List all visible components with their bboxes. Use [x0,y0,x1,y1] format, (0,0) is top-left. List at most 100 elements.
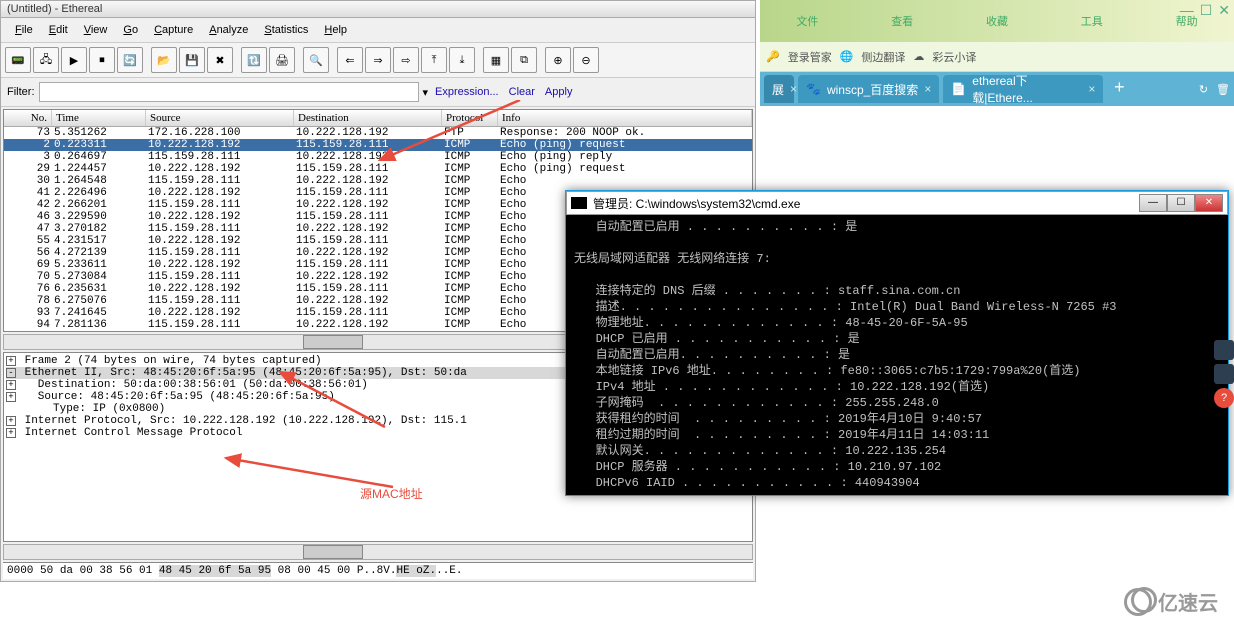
hex-ascii: ..E. [436,565,462,577]
apply-link[interactable]: Apply [542,86,576,98]
packet-row[interactable]: 291.22445710.222.128.192115.159.28.111IC… [4,163,752,175]
expander-icon[interactable]: + [6,380,16,390]
packet-list-header[interactable]: No. Time Source Destination Protocol Inf… [4,110,752,127]
restart-icon[interactable]: 🔄 [117,47,143,73]
browser-chrome: 文件 查看 收藏 工具 帮助 — ☐ ✕ 🔑 登录管家 🌐 侧边翻译 ☁ 彩云小译 展… [760,0,1234,190]
cmd-output[interactable]: 自动配置已启用 . . . . . . . . . . : 是 无线局域网适配器… [566,215,1228,495]
hex-bytes: 08 00 45 00 P..8V. [271,565,396,577]
window-close-button[interactable]: ✕ [1195,194,1223,212]
window-close-icon[interactable]: ✕ [1218,2,1230,19]
go-back-icon[interactable]: ⇐ [337,47,363,73]
packet-row[interactable]: 30.264697115.159.28.11110.222.128.192ICM… [4,151,752,163]
tab-strip: 展× 🐾winscp_百度搜索× 📄ethereal下载|Ethere...× … [760,72,1234,106]
side-tool-icon[interactable] [1214,340,1234,360]
watermark-text: 亿速云 [1158,587,1218,616]
menu-fav[interactable]: 收藏 [986,13,1008,29]
window-max-icon[interactable]: ☐ [1200,2,1213,19]
hex-bytes: 50 da 00 38 56 01 [40,565,159,577]
expression-link[interactable]: Expression... [432,86,502,98]
zoom-out-icon[interactable]: ⊖ [573,47,599,73]
browser-titlebar: 文件 查看 收藏 工具 帮助 — ☐ ✕ [760,0,1234,42]
watermark-logo-icon [1124,588,1152,616]
open-file-icon[interactable]: 📂 [151,47,177,73]
menu-analyze[interactable]: Analyze [201,20,256,40]
trash-icon[interactable]: 🗑 [1216,83,1230,96]
bookmark-ico[interactable]: ☁ [913,50,924,63]
interfaces-icon[interactable]: 📟 [5,47,31,73]
menu-view[interactable]: 查看 [891,13,913,29]
scrollbar-thumb[interactable] [303,335,363,349]
find-icon[interactable]: 🔍 [303,47,329,73]
window-max-button[interactable]: ☐ [1167,194,1195,212]
filter-label: Filter: [7,86,35,98]
window-min-icon[interactable]: — [1180,2,1194,19]
print-icon[interactable]: 🖨 [269,47,295,73]
save-icon[interactable]: 💾 [179,47,205,73]
clear-link[interactable]: Clear [506,86,538,98]
menu-capture[interactable]: Capture [146,20,201,40]
go-last-icon[interactable]: ⤓ [449,47,475,73]
zoom-in-icon[interactable]: ⊕ [545,47,571,73]
tab[interactable]: 📄ethereal下载|Ethere...× [943,75,1103,103]
menu-view[interactable]: View [76,20,116,40]
tab-close-icon[interactable]: × [1088,82,1095,96]
expander-icon[interactable]: + [6,392,16,402]
stop-capture-icon[interactable]: ⏹ [89,47,115,73]
restore-tab-icon[interactable]: ↻ [1199,83,1208,96]
cmd-title-text: 管理员: C:\windows\system32\cmd.exe [593,195,1139,212]
packet-row[interactable]: 301.264548115.159.28.11110.222.128.192IC… [4,175,752,187]
bookmark-ico[interactable]: 🔑 [766,50,780,63]
cmd-titlebar[interactable]: 管理员: C:\windows\system32\cmd.exe — ☐ ✕ [566,191,1228,215]
browser-side-tools: ? [1174,340,1234,500]
bookmark-item[interactable]: 侧边翻译 [861,49,905,65]
close-file-icon[interactable]: ✖ [207,47,233,73]
cmd-window: 管理员: C:\windows\system32\cmd.exe — ☐ ✕ 自… [565,190,1229,496]
options-icon[interactable]: 🖧 [33,47,59,73]
bookmark-bar: 🔑 登录管家 🌐 侧边翻译 ☁ 彩云小译 [760,42,1234,72]
start-capture-icon[interactable]: ▶ [61,47,87,73]
autoscroll-icon[interactable]: ⧉ [511,47,537,73]
expander-icon[interactable]: + [6,356,16,366]
side-tool-icon[interactable]: ? [1214,388,1234,408]
window-min-button[interactable]: — [1139,194,1167,212]
menu-file[interactable]: 文件 [796,13,818,29]
expander-icon[interactable]: - [6,368,16,378]
toolbar: 📟 🖧 ▶ ⏹ 🔄 📂 💾 ✖ 🔃 🖨 🔍 ⇐ ⇒ ⇨ ⤒ ⤓ ▦ ⧉ ⊕ ⊖ [1,43,755,78]
favicon-icon: 📄 [951,82,966,96]
menu-go[interactable]: Go [115,20,146,40]
packet-row[interactable]: 735.351262172.16.228.10010.222.128.192FT… [4,127,752,139]
bookmark-ico[interactable]: 🌐 [840,50,854,63]
hex-dump-pane[interactable]: 0000 50 da 00 38 56 01 48 45 20 6f 5a 95… [3,562,753,579]
menu-help[interactable]: Help [316,20,355,40]
watermark: 亿速云 [1124,587,1218,616]
filter-bar: Filter: ▾ Expression... Clear Apply [1,78,755,107]
menu-file[interactable]: File [7,20,41,40]
expander-icon[interactable]: + [6,416,16,426]
tab[interactable]: 🐾winscp_百度搜索× [798,75,939,103]
menu-statistics[interactable]: Statistics [256,20,316,40]
scrollbar-thumb[interactable] [303,545,363,559]
menu-tools[interactable]: 工具 [1081,13,1103,29]
favicon-icon: 🐾 [806,82,821,96]
side-tool-icon[interactable] [1214,364,1234,384]
hex-ascii-highlight: HE oZ. [396,565,436,577]
tab-close-icon[interactable]: × [924,82,931,96]
bookmark-item[interactable]: 登录管家 [788,49,832,65]
go-first-icon[interactable]: ⤒ [421,47,447,73]
tab-close-icon[interactable]: × [790,82,797,96]
menu-edit[interactable]: Edit [41,20,76,40]
expander-icon[interactable]: + [6,428,16,438]
bookmark-item[interactable]: 彩云小译 [932,49,976,65]
hex-bytes-highlight: 48 45 20 6f 5a 95 [159,565,271,577]
go-forward-icon[interactable]: ⇒ [365,47,391,73]
horizontal-scrollbar[interactable] [3,544,753,560]
tab[interactable]: 展× [764,75,794,103]
dropdown-icon[interactable]: ▾ [423,86,429,99]
go-to-icon[interactable]: ⇨ [393,47,419,73]
colorize-icon[interactable]: ▦ [483,47,509,73]
filter-input[interactable] [39,82,419,102]
new-tab-button[interactable]: + [1107,77,1131,101]
window-title: (Untitled) - Ethereal [1,1,755,18]
reload-icon[interactable]: 🔃 [241,47,267,73]
packet-row[interactable]: 20.22331110.222.128.192115.159.28.111ICM… [4,139,752,151]
